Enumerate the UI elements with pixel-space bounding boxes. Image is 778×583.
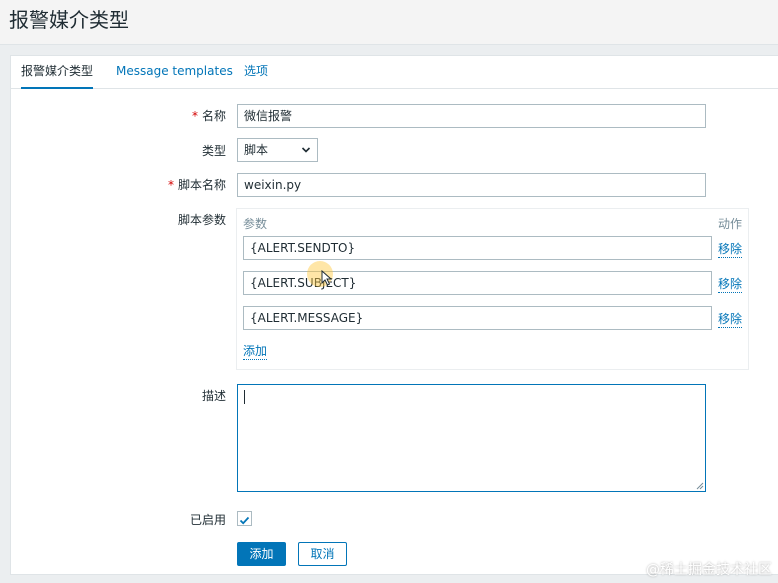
page-header: 报警媒介类型 [0, 0, 778, 45]
mouse-pointer-icon [321, 270, 333, 286]
add-button[interactable]: 添加 [237, 542, 286, 566]
tab-bar: 报警媒介类型 Message templates 选项 [11, 56, 778, 89]
watermark: @稀土掘金技术社区 [646, 562, 772, 578]
script-params-table: 参数 动作 {ALERT.SENDTO} 移除 {ALERT.SUBJECT} … [236, 208, 749, 370]
script-param-input-1[interactable]: {ALERT.SENDTO} [243, 236, 712, 260]
type-select-value: 脚本 [244, 143, 269, 157]
add-param-link[interactable]: 添加 [243, 343, 268, 360]
name-label: * 名称 [191, 109, 226, 123]
chevron-down-icon [301, 147, 311, 153]
script-name-label: * 脚本名称 [167, 178, 226, 192]
tab-message-templates[interactable]: Message templates [116, 62, 233, 80]
remove-param-2-link[interactable]: 移除 [718, 276, 743, 293]
name-input[interactable]: 微信报警 [237, 104, 706, 128]
params-column-header: 参数 [243, 217, 268, 231]
page: 报警媒介类型 报警媒介类型 Message templates 选项 * 名称 微… [0, 0, 778, 583]
text-caret [244, 390, 245, 404]
description-label: 描述 [201, 389, 226, 403]
action-column-header: 动作 [718, 217, 743, 231]
page-title: 报警媒介类型 [9, 8, 129, 32]
checkmark-icon [239, 516, 250, 525]
description-textarea[interactable] [237, 384, 706, 492]
required-asterisk: * [191, 109, 198, 123]
script-param-input-3[interactable]: {ALERT.MESSAGE} [243, 306, 712, 330]
script-name-input[interactable]: weixin.py [237, 173, 706, 197]
tab-media-type[interactable]: 报警媒介类型 [21, 56, 94, 89]
enabled-label: 已启用 [189, 513, 226, 527]
cancel-button[interactable]: 取消 [298, 542, 347, 566]
form-container: 报警媒介类型 Message templates 选项 * 名称 微信报警 类型 … [10, 55, 778, 575]
tab-options[interactable]: 选项 [244, 62, 268, 80]
enabled-checkbox[interactable] [237, 511, 252, 526]
script-params-label: 脚本参数 [177, 213, 226, 227]
type-select[interactable]: 脚本 [237, 138, 318, 162]
remove-param-1-link[interactable]: 移除 [718, 241, 743, 258]
remove-param-3-link[interactable]: 移除 [718, 311, 743, 328]
resize-handle-icon[interactable] [696, 482, 704, 490]
type-label: 类型 [201, 144, 226, 158]
required-asterisk: * [167, 178, 174, 192]
